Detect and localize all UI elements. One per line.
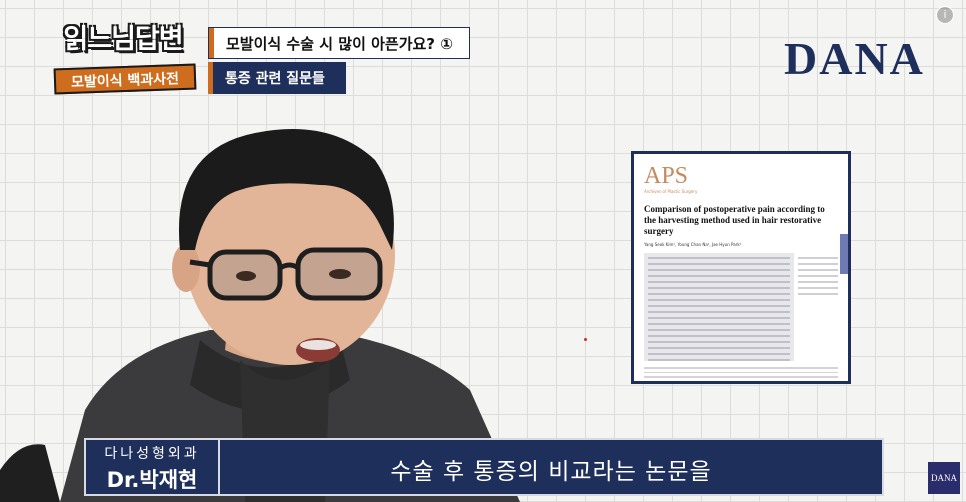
journal-logo: APS xyxy=(644,163,689,189)
subtitle-text: 수술 후 통증의 비교라는 논문을 xyxy=(390,459,712,485)
channel-thumbnail[interactable]: DANA xyxy=(928,462,960,494)
info-icon[interactable]: i xyxy=(936,6,954,24)
show-subtitle: 모발이식 백과사전 xyxy=(53,63,197,95)
question-title-bar: 모발이식 수술 시 많이 아픈가요? ① xyxy=(208,27,470,59)
paper-authors: Yang Seok Kim¹, Young Chan Na¹, Jae Hyun… xyxy=(644,242,742,247)
show-badge: 읽느님답변 모발이식 백과사전 xyxy=(48,18,198,98)
clinic-name: 다나성형외과 xyxy=(104,446,200,462)
paper-sidebar xyxy=(798,253,838,361)
paper-title: Comparison of postoperative pain accordi… xyxy=(644,204,825,236)
abstract-box xyxy=(644,253,794,361)
brand-logo: DANA xyxy=(784,33,925,84)
paper-side-tab xyxy=(840,234,848,274)
question-title: 모발이식 수술 시 많이 아픈가요? ① xyxy=(226,34,453,53)
paper-footer xyxy=(644,367,838,378)
category-bar: 통증 관련 질문들 xyxy=(208,62,346,94)
category-label: 통증 관련 질문들 xyxy=(225,71,325,87)
subtitle-bar: 수술 후 통증의 비교라는 논문을 xyxy=(218,438,884,496)
paper-abstract xyxy=(644,253,838,361)
show-title: 읽느님답변 xyxy=(63,24,183,55)
pointer-dot xyxy=(584,338,587,341)
journal-paper: APS Archives of Plastic Surgery Comparis… xyxy=(631,151,851,384)
speaker-nameplate: 다나성형외과 Dr.박재현 xyxy=(84,438,220,496)
doctor-name: Dr.박재현 xyxy=(106,468,198,492)
journal-name: Archives of Plastic Surgery xyxy=(644,189,698,194)
